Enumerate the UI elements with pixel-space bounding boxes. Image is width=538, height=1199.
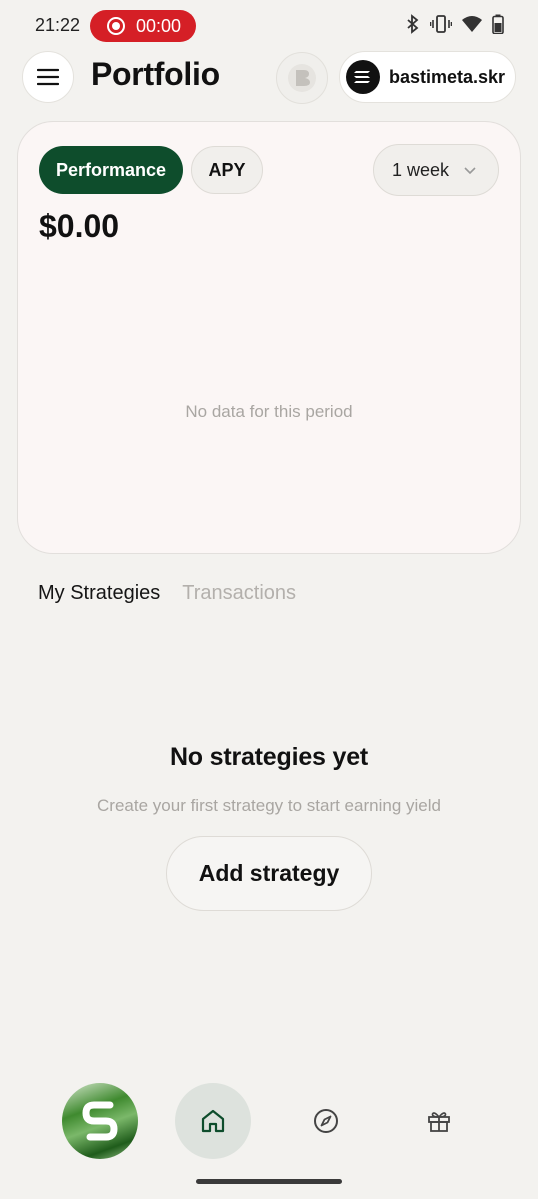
avatar[interactable] [62,1083,138,1159]
gift-icon [428,1112,450,1132]
status-icons [406,14,504,34]
avatar-logo-icon [82,1101,118,1141]
tab-performance[interactable]: Performance [39,146,183,194]
chart-empty-message: No data for this period [185,402,353,421]
status-bar: 21:22 00:00 [0,0,538,52]
tab-apy[interactable]: APY [191,146,263,194]
record-icon [107,17,125,35]
compass-icon [314,1109,338,1133]
recording-timer: 00:00 [136,15,182,36]
nav-rewards[interactable] [413,1095,465,1147]
wallet-name: bastimeta.skr [389,66,506,87]
page-title: Portfolio [91,56,220,92]
hamburger-icon [37,68,59,86]
solana-icon [346,60,380,94]
brand-button[interactable] [276,52,328,104]
bluetooth-icon [407,14,419,34]
screen-recording-pill[interactable]: 00:00 [90,10,196,42]
chevron-down-icon [464,166,476,174]
nav-explore[interactable] [300,1095,352,1147]
add-strategy-button[interactable]: Add strategy [166,836,372,911]
menu-button[interactable] [22,51,74,103]
period-select[interactable]: 1 week [373,144,499,196]
nav-home[interactable] [175,1083,251,1159]
wallet-button[interactable]: bastimeta.skr [339,51,516,103]
home-icon [201,1109,225,1133]
status-time: 21:22 [35,15,81,35]
period-label: 1 week [392,159,450,180]
brand-logo-icon [288,64,316,92]
portfolio-card: Performance APY 1 week $0.00 No data for… [17,121,521,554]
tab-my-strategies[interactable]: My Strategies [38,582,160,605]
section-tabs: My Strategies Transactions [38,582,296,605]
wifi-icon [462,16,482,32]
portfolio-balance: $0.00 [39,208,120,244]
vibrate-icon [430,15,452,33]
home-indicator[interactable] [196,1179,342,1184]
empty-state-subtitle: Create your first strategy to start earn… [97,796,441,815]
tab-transactions[interactable]: Transactions [182,582,296,605]
battery-icon [492,14,504,34]
empty-state-title: No strategies yet [169,743,369,771]
